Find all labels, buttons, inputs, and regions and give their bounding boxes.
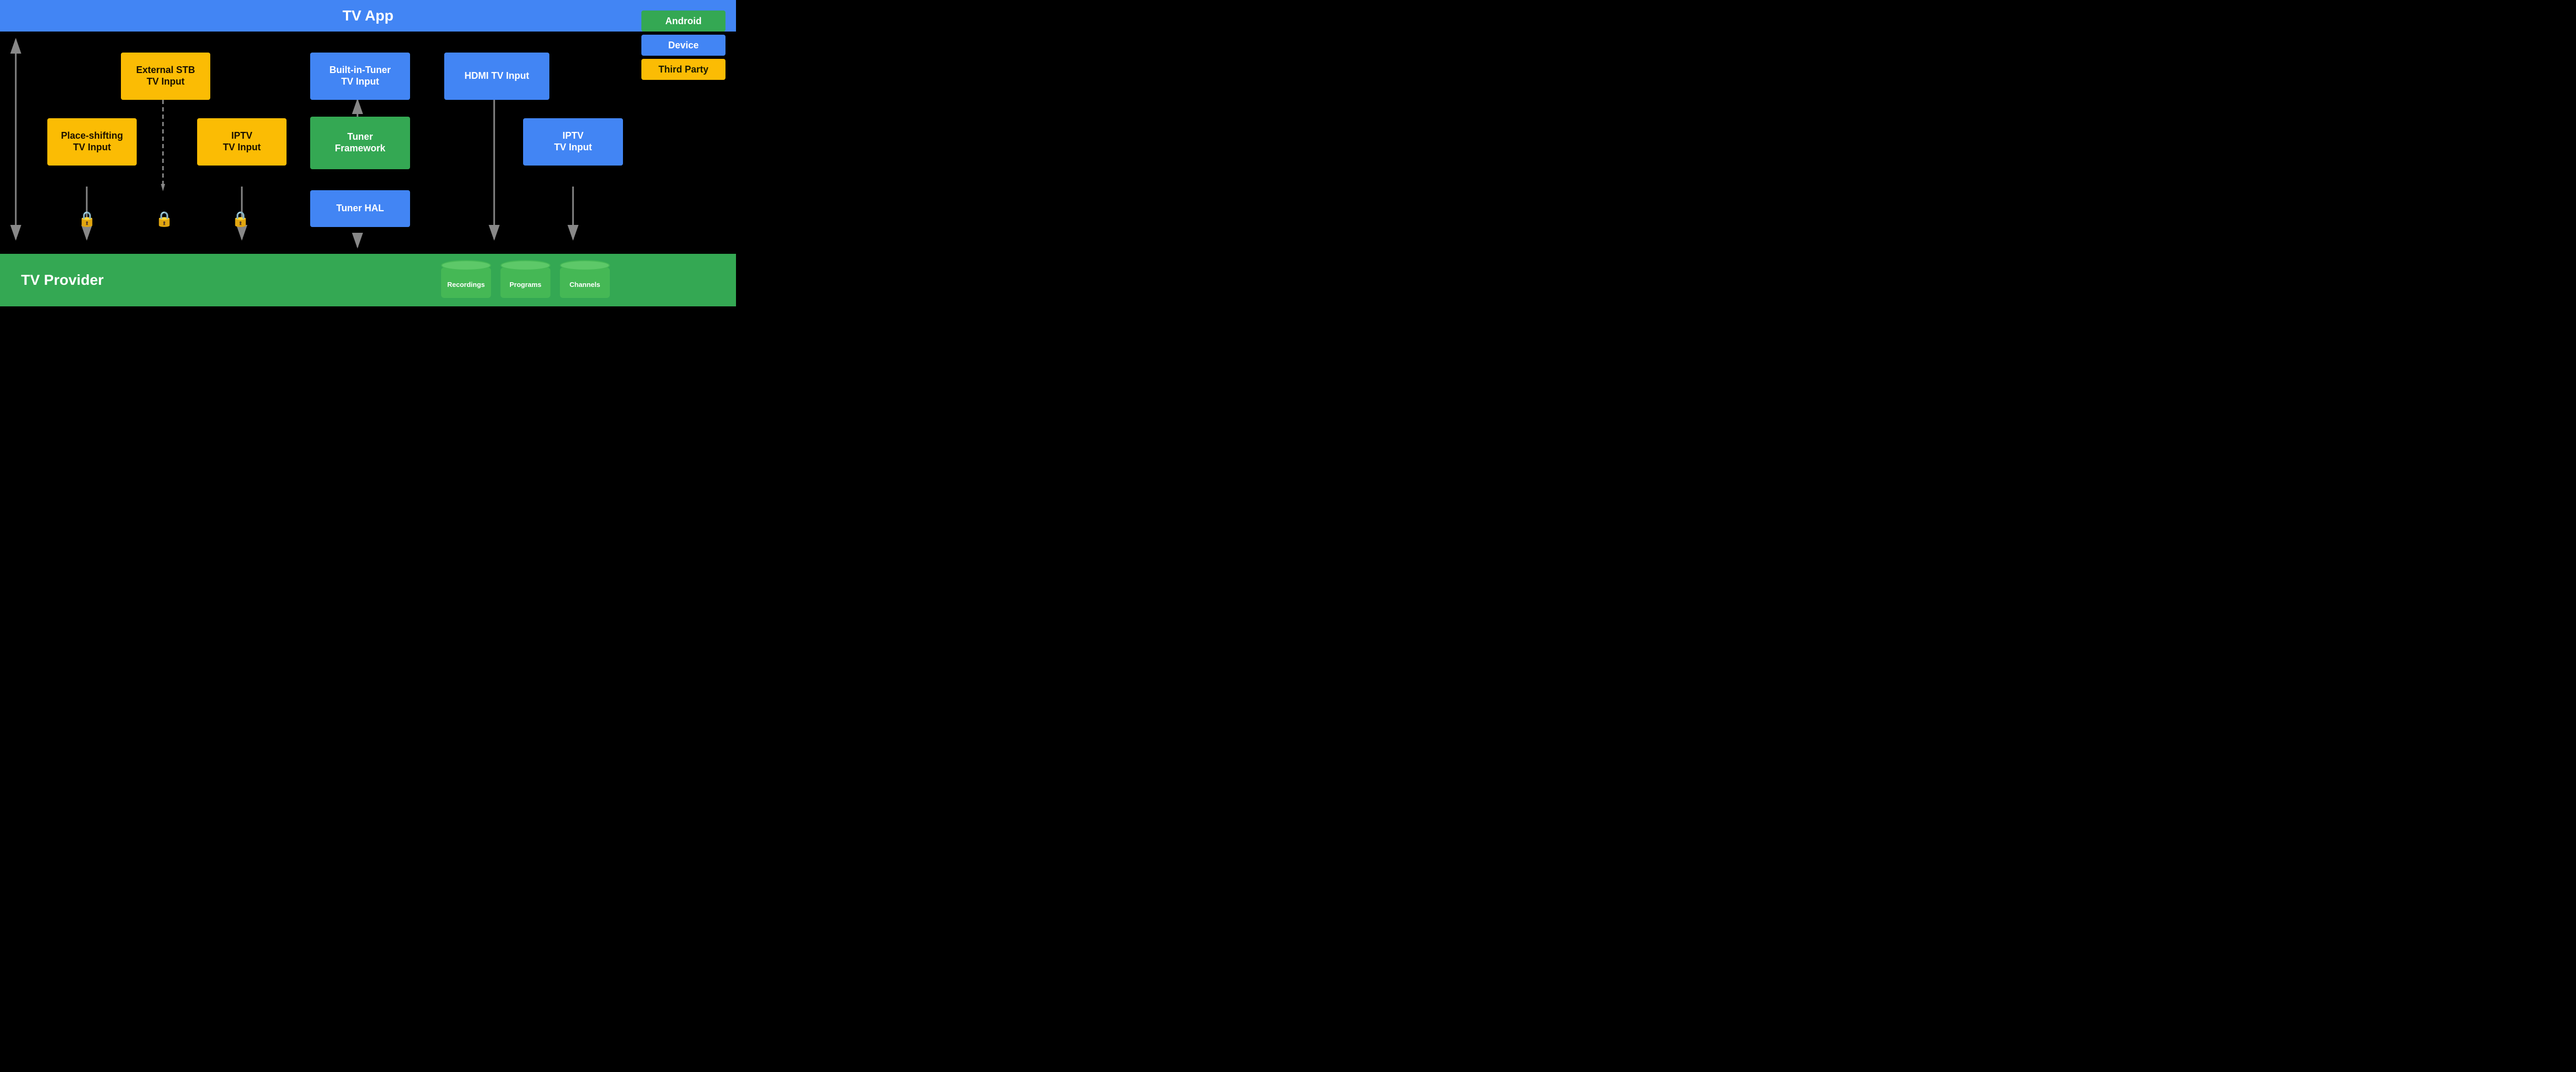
legend-android: Android	[641, 11, 725, 32]
programs-cylinder: Programs	[500, 260, 550, 298]
iptv-right-box: IPTVTV Input	[523, 118, 623, 166]
legend: Android Device Third Party	[641, 11, 725, 80]
hdmi-tv-input-box: HDMI TV Input	[444, 53, 549, 100]
tuner-framework-box: TunerFramework	[310, 117, 410, 169]
channels-cylinder: Channels	[560, 260, 610, 298]
tv-app-bar: TV App	[0, 0, 736, 32]
lock-icon-1: 🔒	[78, 210, 96, 228]
recordings-cylinder: Recordings	[441, 260, 491, 298]
place-shifting-box: Place-shiftingTV Input	[47, 118, 137, 166]
tv-provider-bar: TV Provider Recordings Programs Channels	[0, 254, 736, 306]
external-stb-box: External STBTV Input	[121, 53, 210, 100]
legend-third-party: Third Party	[641, 59, 725, 80]
tv-provider-title: TV Provider	[0, 272, 104, 288]
legend-device: Device	[641, 35, 725, 56]
iptv-left-box: IPTVTV Input	[197, 118, 287, 166]
tv-app-title: TV App	[343, 7, 394, 24]
built-in-tuner-box: Built-in-TunerTV Input	[310, 53, 410, 100]
lock-icon-2: 🔒	[155, 210, 173, 228]
tuner-hal-box: Tuner HAL	[310, 190, 410, 227]
lock-icon-3: 🔒	[231, 210, 250, 228]
